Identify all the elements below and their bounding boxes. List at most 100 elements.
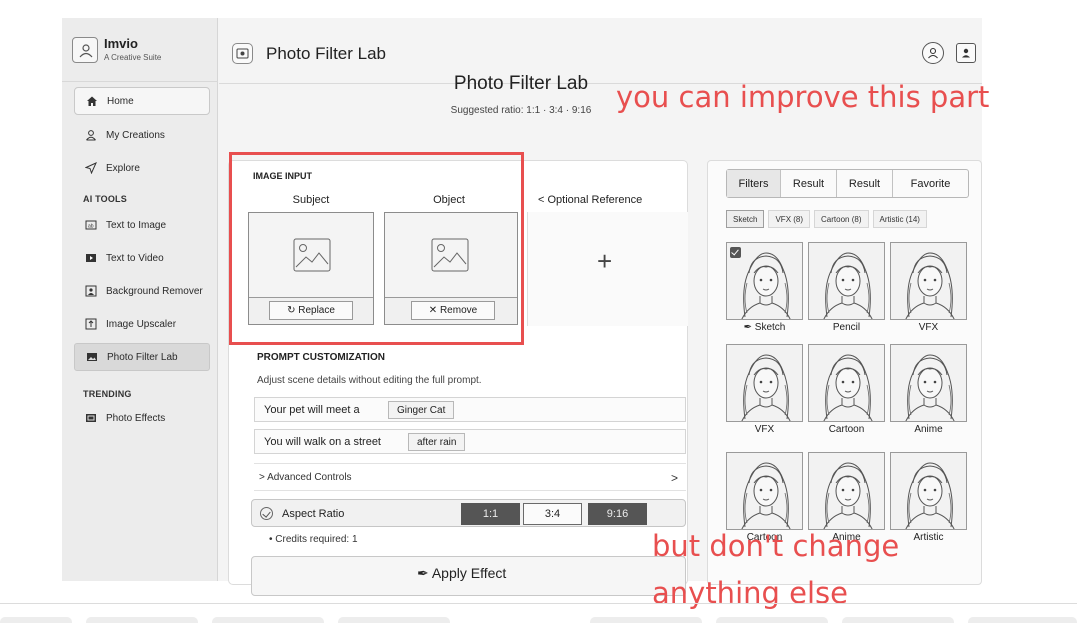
filter-thumbnail-label: Pencil	[832, 322, 861, 333]
filter-thumbnail-label: ✒ Sketch	[743, 322, 786, 333]
brand-logo-icon	[72, 37, 98, 63]
advanced-controls-label: > Advanced Controls	[259, 472, 352, 483]
prompt-help: Adjust scene details without editing the…	[257, 375, 482, 386]
sidebar-item-photo-effects[interactable]: Photo Effects	[74, 404, 210, 432]
aspect-ratio-label: Aspect Ratio	[282, 508, 345, 520]
ratio-button-3-4[interactable]: 3:4	[523, 503, 582, 525]
user-icon	[84, 128, 98, 142]
home-icon	[85, 94, 99, 108]
sidebar: Imvio A Creative Suite Home My Creations…	[62, 18, 218, 581]
subtab-vfx[interactable]: VFX (8)	[768, 210, 811, 228]
annotation-bottom-line1: but don't change	[652, 529, 900, 563]
sidebar-item-label: Text to Image	[106, 219, 167, 231]
svg-text:ab: ab	[88, 224, 94, 230]
user-profile-icon[interactable]	[922, 42, 944, 64]
bottom-tab[interactable]	[86, 617, 198, 623]
prompt-row-pet: Your pet will meet a Ginger Cat	[254, 397, 686, 422]
filter-thumbnail[interactable]	[890, 344, 967, 422]
photo-effects-icon	[84, 411, 98, 425]
sidebar-item-home[interactable]: Home	[74, 87, 210, 115]
bottom-tab[interactable]	[968, 617, 1077, 623]
portrait-illustration	[741, 354, 791, 421]
filter-thumbnail-label: VFX	[754, 424, 775, 435]
subtab-sketch[interactable]: Sketch	[726, 210, 765, 228]
portrait-illustration	[823, 354, 873, 421]
sidebar-item-label: Photo Effects	[106, 412, 166, 424]
credits-required: • Credits required: 1	[269, 534, 358, 545]
header-title: Photo Filter Lab	[266, 44, 387, 63]
subtab-cartoon[interactable]: Cartoon (8)	[814, 210, 869, 228]
sidebar-item-explore[interactable]: Explore	[74, 154, 210, 182]
video-icon	[84, 251, 98, 265]
bottom-tab[interactable]	[842, 617, 954, 623]
advanced-controls-toggle[interactable]: > Advanced Controls >	[254, 463, 686, 491]
filter-thumbnail[interactable]	[726, 242, 803, 320]
tab-filters[interactable]: Filters	[727, 170, 781, 197]
sidebar-item-label: Text to Video	[106, 252, 164, 264]
add-icon: +	[597, 246, 613, 276]
prompt-row-street: You will walk on a street after rain	[254, 429, 686, 454]
brand-name: Imvio	[104, 36, 138, 51]
filter-thumbnail[interactable]	[890, 452, 967, 530]
filter-thumbnail[interactable]	[808, 452, 885, 530]
chevron-right-icon: >	[670, 471, 678, 485]
account-icon[interactable]	[956, 43, 976, 63]
sidebar-item-text-to-video[interactable]: Text to Video	[74, 244, 210, 272]
sidebar-item-background-remover[interactable]: Background Remover	[74, 277, 210, 305]
bottom-tab[interactable]	[716, 617, 828, 623]
filter-thumbnail-label: Anime	[914, 424, 943, 435]
optional-reference-label[interactable]: < Optional Reference	[538, 194, 642, 206]
filter-thumbnail[interactable]	[726, 452, 803, 530]
tab-result[interactable]: Result	[781, 170, 837, 197]
photo-lab-header-icon	[232, 43, 253, 64]
ratio-button-1-1[interactable]: 1:1	[461, 503, 520, 525]
filter-thumbnail[interactable]	[808, 242, 885, 320]
bottom-tab[interactable]	[0, 617, 72, 623]
sidebar-item-label: Photo Filter Lab	[107, 351, 178, 363]
photo-lab-icon	[85, 350, 99, 364]
filter-thumbnail-label: VFX	[918, 322, 939, 333]
brand[interactable]: Imvio A Creative Suite	[72, 34, 212, 70]
subtab-artistic[interactable]: Artistic (14)	[872, 210, 927, 228]
filter-thumbnail-label: Cartoon	[828, 424, 865, 435]
sidebar-item-label: Home	[107, 95, 134, 107]
brand-tagline: A Creative Suite	[104, 53, 162, 62]
prompt-row-text: You will walk on a street	[264, 436, 381, 448]
sidebar-item-image-upscaler[interactable]: Image Upscaler	[74, 310, 210, 338]
filter-subtabs: Sketch VFX (8) Cartoon (8) Artistic (14)	[726, 210, 927, 230]
bottom-tab[interactable]	[590, 617, 702, 623]
text-image-icon: ab	[84, 218, 98, 232]
sidebar-item-label: My Creations	[106, 129, 165, 141]
filter-thumbnail[interactable]	[890, 242, 967, 320]
checkbox-checked-icon[interactable]	[730, 247, 741, 258]
sidebar-item-my-creations[interactable]: My Creations	[74, 121, 210, 149]
tab-favorite[interactable]: Favorite	[893, 170, 968, 197]
bottom-divider	[0, 603, 1077, 604]
aspect-ratio-radio[interactable]	[260, 507, 273, 520]
highlight-box	[229, 152, 524, 345]
bg-remove-icon	[84, 284, 98, 298]
prompt-row-text: Your pet will meet a	[264, 404, 360, 416]
annotation-bottom-line2: anything else	[652, 576, 848, 610]
prompt-chip-street[interactable]: after rain	[408, 433, 466, 451]
portrait-illustration	[905, 354, 955, 421]
filter-thumbnail-label: Artistic	[913, 532, 944, 543]
ratio-button-9-16[interactable]: 9:16	[588, 503, 647, 525]
apply-effect-label: ✒ Apply Effect	[417, 565, 507, 581]
sidebar-item-text-to-image[interactable]: ab Text to Image	[74, 211, 210, 239]
bottom-tab[interactable]	[212, 617, 324, 623]
bottom-tab[interactable]	[338, 617, 450, 623]
portrait-illustration	[823, 462, 873, 529]
portrait-illustration	[905, 252, 955, 319]
optional-reference-slot[interactable]: +	[527, 212, 688, 326]
tab-result-2[interactable]: Result	[837, 170, 893, 197]
sidebar-item-photo-filter-lab[interactable]: Photo Filter Lab	[74, 343, 210, 371]
prompt-heading: PROMPT CUSTOMIZATION	[257, 352, 385, 363]
filter-thumbnail[interactable]	[726, 344, 803, 422]
filter-thumbnail[interactable]	[808, 344, 885, 422]
apply-effect-button[interactable]: ✒ Apply Effect	[251, 556, 686, 596]
annotation-top: you can improve this part	[616, 80, 990, 114]
prompt-chip-pet[interactable]: Ginger Cat	[388, 401, 455, 419]
ai-tools-heading: AI TOOLS	[83, 194, 127, 204]
brand-divider	[62, 81, 218, 82]
